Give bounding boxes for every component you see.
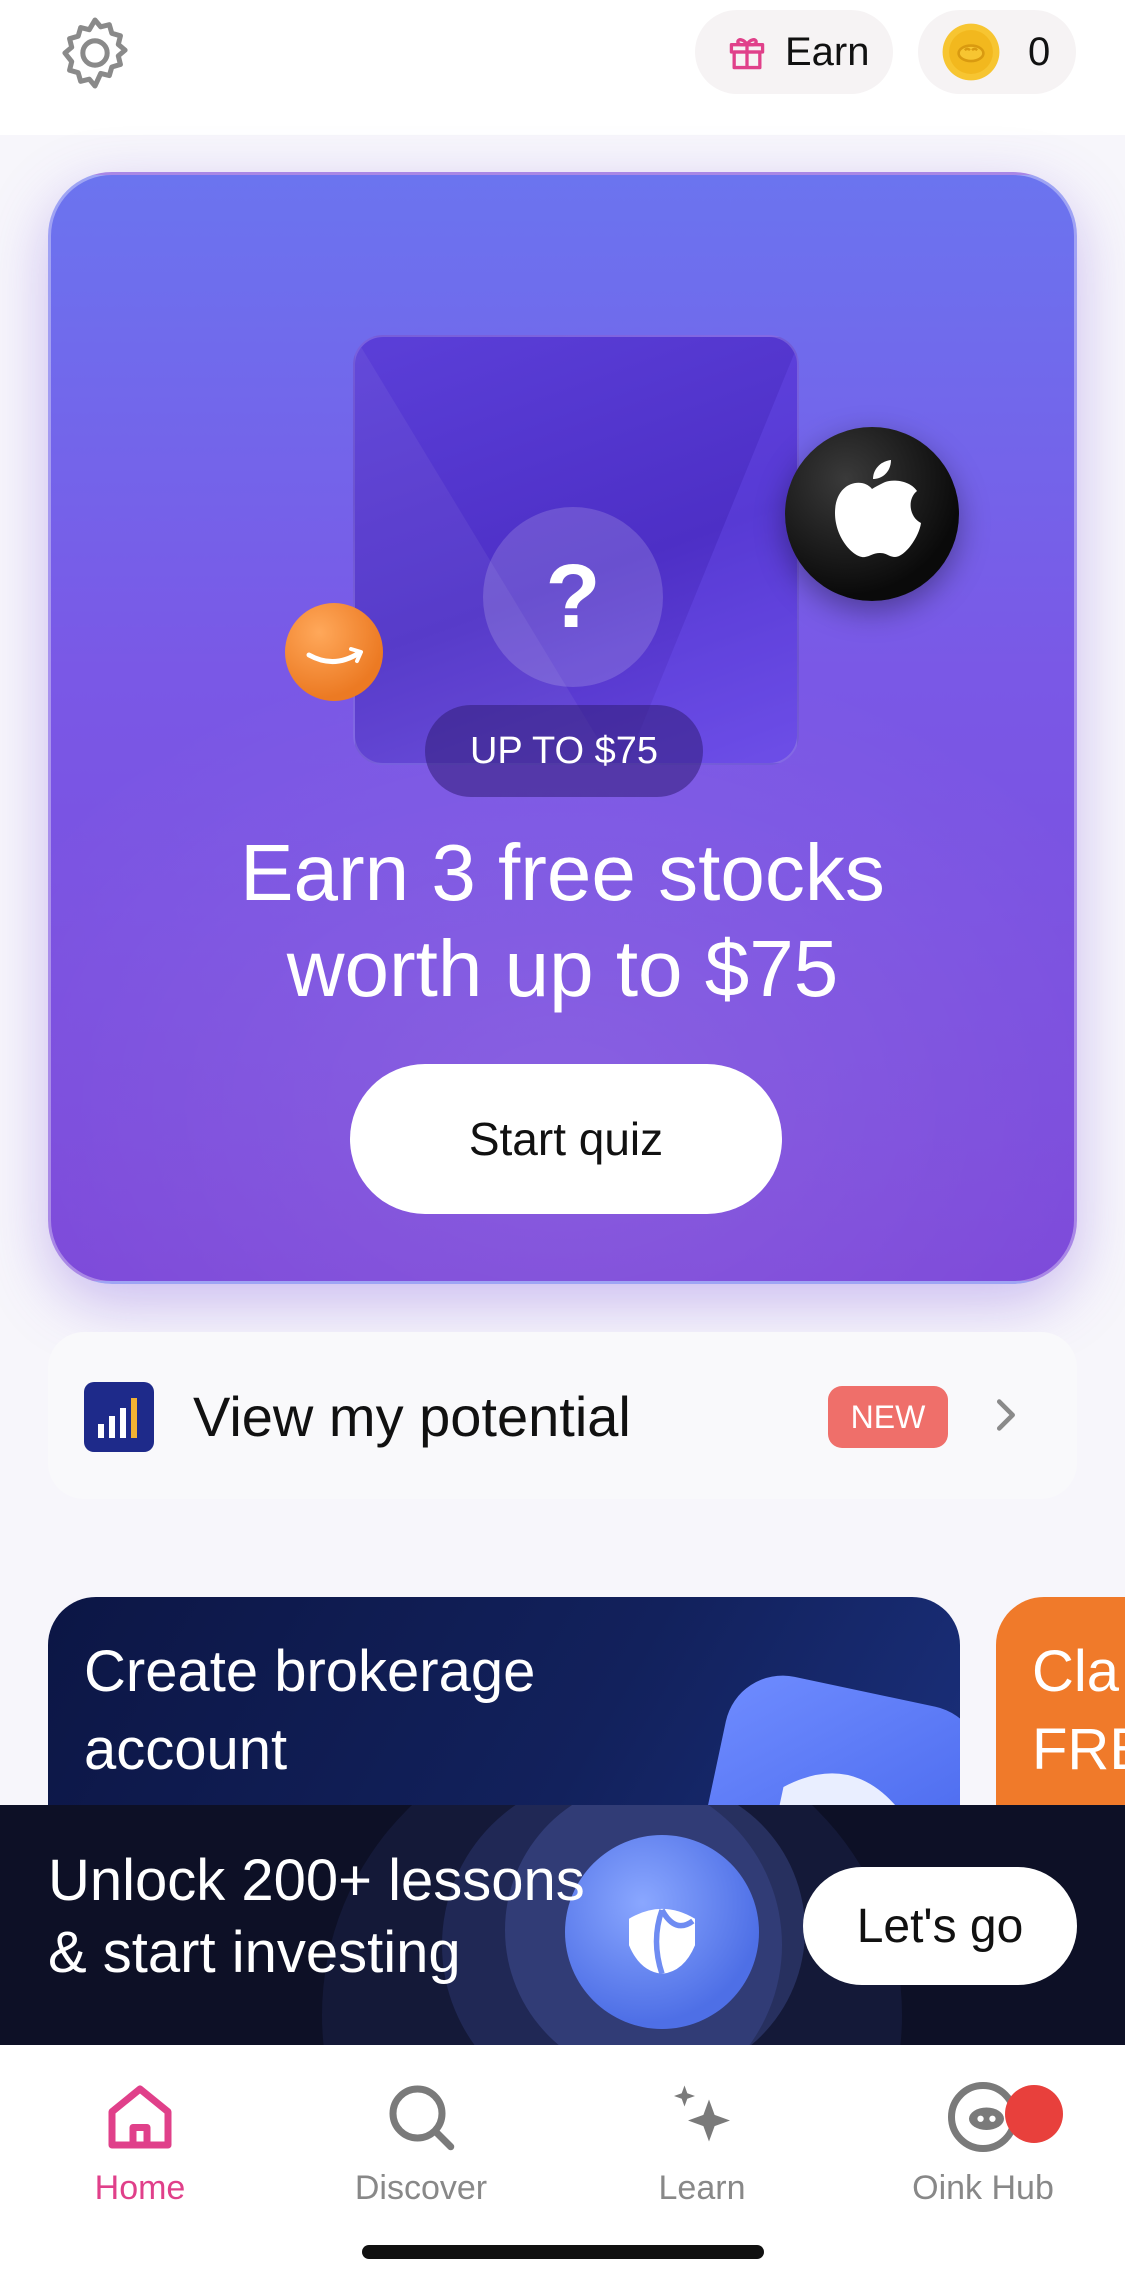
tab-home-label: Home [94, 2169, 186, 2207]
coin-icon [942, 23, 1000, 81]
banner-line1: Unlock 200+ lessons [48, 1848, 585, 1913]
promo-headline-line1: Earn 3 free stocks [240, 828, 885, 917]
tab-discover[interactable]: Discover [311, 2075, 531, 2235]
bar-chart-icon [84, 1382, 154, 1452]
amazon-logo-icon [285, 603, 383, 701]
home-icon [108, 2085, 172, 2149]
settings-icon[interactable] [52, 10, 138, 96]
view-my-potential-row[interactable]: View my potential NEW [48, 1332, 1077, 1499]
lets-go-button[interactable]: Let's go [803, 1867, 1077, 1985]
apple-logo-icon [785, 427, 959, 601]
search-icon [389, 2085, 455, 2151]
home-indicator[interactable] [362, 2245, 764, 2259]
claim-card-title: Cla FRE [1032, 1633, 1125, 1789]
claim-free-card[interactable]: Cla FRE [996, 1597, 1125, 1817]
earn-button[interactable]: Earn [695, 10, 893, 94]
tab-learn[interactable]: Learn [592, 2075, 812, 2235]
earn-label: Earn [785, 29, 870, 74]
brokerage-card-title: Create brokerage account [84, 1633, 684, 1789]
sparkle-icon [674, 2085, 730, 2142]
brokerage-title-line2: account [84, 1717, 288, 1782]
question-mark-icon: ? [483, 507, 663, 687]
unlock-lessons-banner: Unlock 200+ lessons & start investing Le… [0, 1805, 1125, 2045]
view-my-potential-label: View my potential [193, 1385, 631, 1448]
tulip-app-icon [683, 1664, 960, 1817]
top-bar: Earn 0 [0, 0, 1125, 135]
promo-headline-line2: worth up to $75 [286, 924, 839, 1013]
new-badge: NEW [828, 1386, 948, 1448]
free-stocks-promo-card[interactable]: ? UP TO $75 Earn 3 free stocks worth up … [48, 172, 1077, 1284]
promo-headline: Earn 3 free stocks worth up to $75 [51, 825, 1074, 1017]
create-brokerage-card[interactable]: Create brokerage account [48, 1597, 960, 1817]
coin-balance[interactable]: 0 [918, 10, 1076, 94]
claim-title-line1: Cla [1032, 1639, 1120, 1704]
gift-icon [729, 38, 765, 70]
start-quiz-button[interactable]: Start quiz [350, 1064, 782, 1214]
notification-dot [1005, 2085, 1063, 2143]
chevron-right-icon [996, 1399, 1015, 1431]
tab-oink-hub-label: Oink Hub [912, 2169, 1054, 2207]
claim-title-line2: FRE [1032, 1717, 1125, 1782]
reward-badge: UP TO $75 [425, 705, 703, 797]
brokerage-title-line1: Create brokerage [84, 1639, 536, 1704]
tab-learn-label: Learn [658, 2169, 746, 2207]
banner-text: Unlock 200+ lessons & start investing [48, 1845, 648, 1989]
home-screen: Earn 0 ? UP TO $75 Earn 3 free stocks wo… [0, 0, 1125, 2284]
banner-line2: & start investing [48, 1920, 461, 1985]
coin-count: 0 [1028, 29, 1051, 74]
tab-home[interactable]: Home [30, 2075, 250, 2235]
tab-discover-label: Discover [354, 2169, 488, 2207]
tab-oink-hub[interactable]: Oink Hub [873, 2075, 1093, 2235]
